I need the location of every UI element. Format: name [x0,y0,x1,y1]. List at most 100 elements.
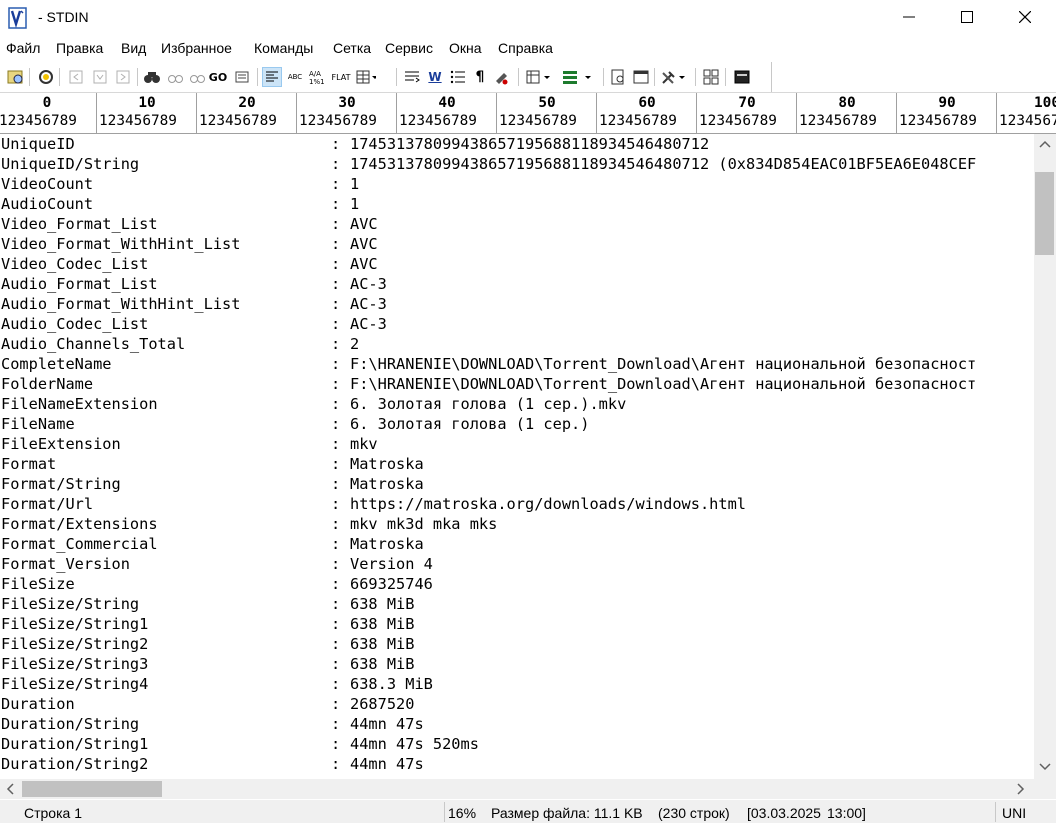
close-button[interactable] [996,0,1054,34]
field-name: CompleteName [1,355,112,373]
toolbar-separator [695,68,696,86]
field-name: Format [1,455,57,473]
menu-grid[interactable]: Сетка [333,40,371,56]
field-separator: : [331,395,341,413]
text-view[interactable]: UniqueID:1745313780994386571956881189345… [0,134,1034,779]
status-encoding: UNI [1002,805,1027,821]
menu-edit[interactable]: Правка [56,40,103,56]
status-bar: Строка 1 16% Размер файла: 11.1 KB (230 … [0,800,1056,823]
tools-dropdown-icon[interactable] [660,67,690,87]
grid-icon[interactable] [356,67,376,87]
field-name: Duration/String2 [1,755,149,773]
field-value: 638 MiB [350,615,415,633]
columns-dropdown-icon[interactable] [525,67,555,87]
menu-favorites[interactable]: Избранное [161,40,232,56]
field-name: FileSize/String3 [1,655,149,673]
find-next-icon[interactable] [165,67,185,87]
field-value: Matroska [350,535,424,553]
flat-button[interactable]: FLAT [331,67,351,87]
maximize-icon [961,11,973,23]
field-name: FileExtension [1,435,121,453]
field-value: 174531378099438657195688118934546480712 … [350,155,977,173]
field-separator: : [331,675,341,693]
ruler-number: 100 [1034,95,1056,111]
window-icon[interactable] [631,67,651,87]
field-name: Audio_Codec_List [1,315,149,333]
abc-def-button[interactable]: ABC [285,67,305,87]
field-value: 44mn 47s [350,715,424,733]
menu-windows[interactable]: Окна [449,40,482,56]
ruler-number: 20 [238,95,256,111]
svg-text:A/A: A/A [309,70,321,78]
scroll-down-icon[interactable] [1039,762,1051,772]
console-icon[interactable] [732,67,752,87]
minimize-button[interactable] [880,0,938,34]
field-separator: : [331,255,341,273]
menu-file[interactable]: Файл [6,40,40,56]
field-value: 669325746 [350,575,433,593]
field-separator: : [331,755,341,773]
field-separator: : [331,275,341,293]
ruler-column: 10 123456789 [97,93,197,133]
align-left-icon[interactable] [262,67,282,87]
scroll-left-icon[interactable] [5,783,15,795]
field-separator: : [331,335,341,353]
pilcrow-icon[interactable]: ¶ [470,67,490,87]
word-icon[interactable]: W [425,67,445,87]
field-value: Version 4 [350,555,433,573]
menu-commands[interactable]: Команды [254,40,313,56]
go-button[interactable]: GO [208,67,228,87]
ruler-number: 50 [538,95,556,111]
field-separator: : [331,475,341,493]
field-value: 174531378099438657195688118934546480712 [350,135,710,153]
tiles-icon[interactable] [701,67,721,87]
ruler-digits: 123456789 [899,113,977,129]
field-value: AC-3 [350,275,387,293]
nav-first-icon[interactable] [66,67,86,87]
field-separator: : [331,715,341,733]
vertical-scroll-thumb[interactable] [1035,172,1054,255]
menu-view[interactable]: Вид [121,40,146,56]
title-bar: - STDIN [0,0,1056,36]
find-icon[interactable] [142,67,162,87]
toolbar-separator [603,68,604,86]
field-value: mkv [350,435,378,453]
minimize-icon [903,16,915,18]
open-icon[interactable] [6,67,26,87]
ruler-number: 30 [338,95,356,111]
field-separator: : [331,575,341,593]
field-name: Duration/String [1,715,140,733]
wrap-icon[interactable] [402,67,422,87]
field-separator: : [331,595,341,613]
menu-help[interactable]: Справка [498,40,553,56]
menu-tools[interactable]: Сервис [385,40,433,56]
ruler-digits: 123456789 [0,113,77,129]
nav-next-icon[interactable] [113,67,133,87]
bookmark-icon[interactable] [232,67,252,87]
scroll-up-icon[interactable] [1039,139,1051,149]
find-prev-icon[interactable] [187,67,207,87]
marker-icon[interactable] [492,67,512,87]
field-separator: : [331,355,341,373]
reload-icon[interactable] [36,67,56,87]
preview-icon[interactable] [608,67,628,87]
field-value: AC-3 [350,295,387,313]
scroll-right-icon[interactable] [1016,783,1026,795]
menu-bar: Файл Правка Вид Избранное Команды Сетка … [0,38,1056,62]
field-name: FileNameExtension [1,395,158,413]
color-dropdown-icon[interactable] [560,67,596,87]
field-separator: : [331,535,341,553]
maximize-button[interactable] [938,0,996,34]
field-separator: : [331,215,341,233]
list-icon[interactable] [448,67,468,87]
aia-icon[interactable]: A/A 1%1 [308,67,328,87]
field-separator: : [331,155,341,173]
nav-down-icon[interactable] [90,67,110,87]
field-value: 1 [350,175,360,193]
field-separator: : [331,315,341,333]
horizontal-scroll-thumb[interactable] [22,781,162,797]
ruler-column: 80 123456789 [797,93,897,133]
status-time: 13:00] [827,805,866,821]
field-separator: : [331,635,341,653]
window-title: - STDIN [38,9,89,25]
